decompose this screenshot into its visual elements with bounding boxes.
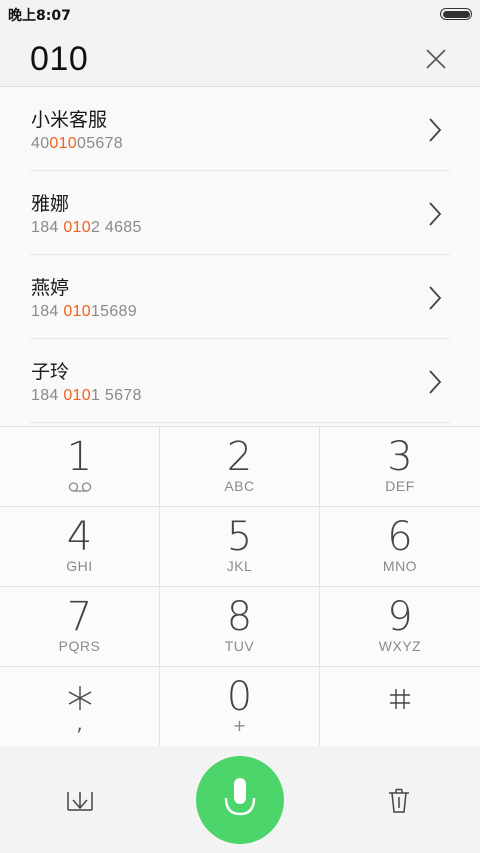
key-star[interactable]: , [0, 667, 160, 747]
dial-input-bar: 010 [0, 28, 480, 87]
match-highlight: 010 [63, 303, 91, 320]
contact-row[interactable]: 子玲 184 0101 5678 [0, 339, 480, 423]
match-highlight: 010 [63, 219, 91, 236]
contact-number: 184 01015689 [31, 303, 137, 320]
contact-name: 燕婷 [31, 277, 70, 299]
chevron-right-icon[interactable] [428, 369, 442, 395]
dialer-action-bar [0, 746, 480, 853]
chevron-right-icon[interactable] [428, 117, 442, 143]
key-2[interactable]: 2 ABC [160, 427, 320, 507]
dial-keypad: 1 2 ABC 3 DEF 4 GHI 5 JKL 6 MNO 7 PQRS 8… [0, 426, 480, 747]
contact-number: 4001005678 [31, 135, 124, 152]
key-3[interactable]: 3 DEF [320, 427, 480, 507]
key-9[interactable]: 9 WXYZ [320, 587, 480, 667]
dialed-number[interactable]: 010 [30, 40, 88, 79]
hash-icon [390, 689, 410, 709]
contact-row[interactable]: 雅娜 184 0102 4685 [0, 171, 480, 255]
voicemail-icon [68, 482, 92, 492]
status-time: 晚上8:07 [8, 8, 71, 24]
key-8[interactable]: 8 TUV [160, 587, 320, 667]
contact-name: 小米客服 [31, 109, 108, 131]
asterisk-icon [68, 686, 92, 710]
contact-number: 184 0101 5678 [31, 387, 142, 404]
match-highlight: 010 [63, 387, 91, 404]
microphone-icon [224, 778, 256, 816]
status-bar: 晚上8:07 [0, 0, 480, 28]
voice-search-button[interactable] [196, 756, 284, 844]
trash-icon[interactable] [388, 788, 410, 814]
key-5[interactable]: 5 JKL [160, 507, 320, 587]
chevron-right-icon[interactable] [428, 285, 442, 311]
key-4[interactable]: 4 GHI [0, 507, 160, 587]
contact-name: 子玲 [31, 361, 70, 383]
contact-name: 雅娜 [31, 193, 70, 215]
key-0[interactable]: 0 + [160, 667, 320, 747]
match-highlight: 010 [49, 135, 78, 152]
key-hash[interactable] [320, 667, 480, 747]
collapse-keypad-icon[interactable] [66, 788, 94, 812]
battery-icon [440, 8, 472, 20]
contact-row[interactable]: 小米客服 4001005678 [0, 87, 480, 171]
chevron-right-icon[interactable] [428, 201, 442, 227]
key-1[interactable]: 1 [0, 427, 160, 507]
contact-number: 184 0102 4685 [31, 219, 142, 236]
contact-results-list: 小米客服 4001005678 雅娜 184 0102 4685 燕婷 184 … [0, 87, 480, 426]
close-icon[interactable] [424, 47, 448, 71]
key-6[interactable]: 6 MNO [320, 507, 480, 587]
contact-row[interactable]: 燕婷 184 01015689 [0, 255, 480, 339]
key-7[interactable]: 7 PQRS [0, 587, 160, 667]
